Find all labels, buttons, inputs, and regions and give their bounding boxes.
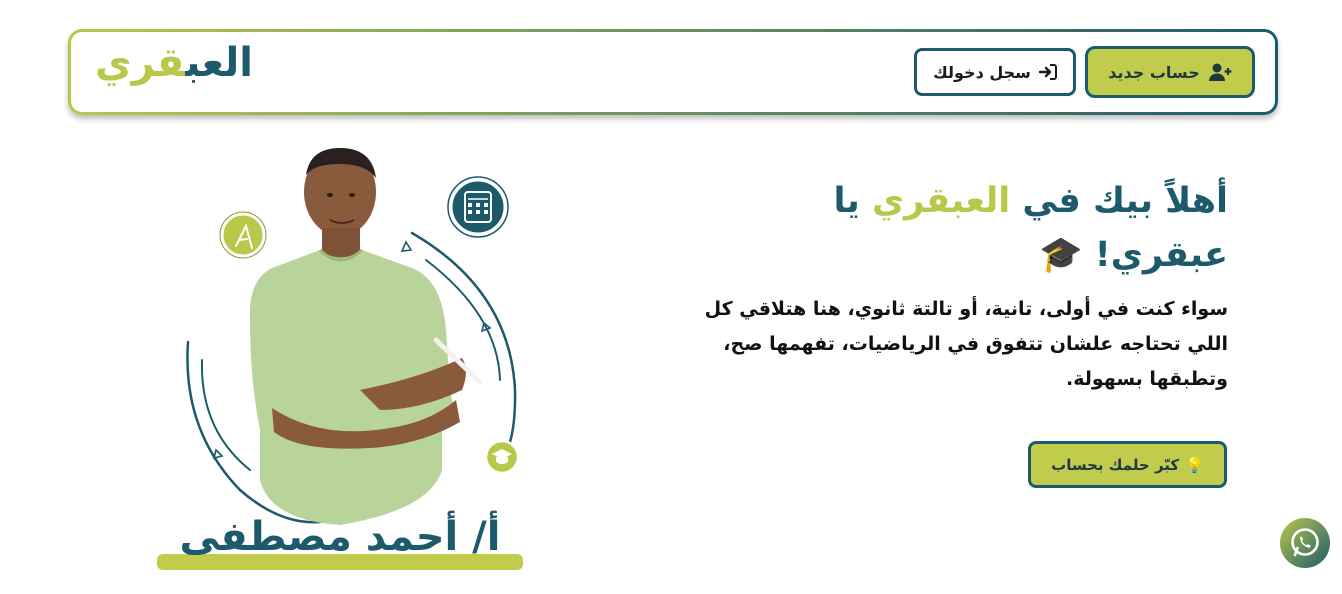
hero-title-start: أهلاً بيك في bbox=[1010, 181, 1228, 221]
login-label: سجل دخولك bbox=[933, 62, 1031, 82]
hero-title: أهلاً بيك في العبقري يا عبقري! 🎓 bbox=[700, 174, 1228, 282]
logo-part-dark: العب bbox=[185, 40, 253, 86]
logo-part-light: قري bbox=[95, 40, 186, 86]
sign-in-icon bbox=[1038, 64, 1057, 80]
calculator-icon bbox=[447, 176, 509, 238]
hero-description: سواء كنت في أولى، تانية، أو تالتة ثانوي،… bbox=[704, 298, 1228, 390]
register-button[interactable]: حساب جديد bbox=[1085, 46, 1255, 98]
graduation-cap-icon bbox=[484, 439, 520, 475]
navbar: العبقري سجل دخولك حساب جديد bbox=[68, 29, 1278, 115]
cta-button[interactable]: 💡 كبّر حلمك بحساب bbox=[1028, 441, 1227, 488]
teacher-photo bbox=[249, 148, 483, 525]
site-logo[interactable]: العبقري bbox=[95, 40, 253, 86]
teacher-name: أ/ أحمد مصطفى bbox=[179, 514, 501, 560]
cta-label: كبّر حلمك بحساب bbox=[1051, 455, 1180, 474]
login-button[interactable]: سجل دخولك bbox=[914, 48, 1076, 96]
whatsapp-button[interactable] bbox=[1280, 518, 1330, 568]
navbar-inner: العبقري سجل دخولك حساب جديد bbox=[71, 32, 1275, 112]
user-plus-icon bbox=[1208, 63, 1232, 81]
teacher-name-badge: أ/ أحمد مصطفى bbox=[157, 514, 523, 570]
lightbulb-icon: 💡 bbox=[1185, 455, 1204, 474]
hero-title-highlight: العبقري bbox=[872, 181, 1011, 221]
whatsapp-icon bbox=[1291, 528, 1319, 557]
compass-icon bbox=[219, 211, 267, 259]
register-label: حساب جديد bbox=[1108, 62, 1200, 82]
decor-arc-left-inner bbox=[200, 359, 251, 471]
